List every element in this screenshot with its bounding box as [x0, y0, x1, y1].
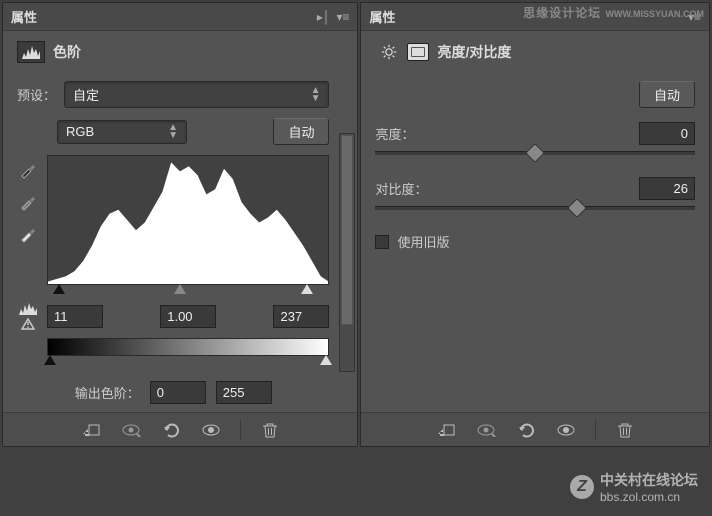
watermark-top: 思缘设计论坛 WWW.MISSYUAN.COM [523, 4, 704, 21]
clip-warning-icon [17, 302, 39, 330]
scrollbar-thumb[interactable] [341, 135, 353, 325]
output-slider-track[interactable] [47, 355, 329, 367]
brightness-thumb[interactable] [525, 143, 545, 163]
legacy-label: 使用旧版 [397, 232, 449, 251]
trash-icon[interactable] [614, 420, 636, 440]
brightness-icon [375, 41, 403, 63]
clip-to-layer-icon[interactable] [80, 420, 102, 440]
brightness-field[interactable] [639, 122, 695, 145]
view-previous-icon[interactable] [475, 420, 497, 440]
adjustment-type-row: 色阶 [3, 31, 357, 73]
preset-select[interactable]: 自定 ▲▼ [64, 81, 329, 108]
zol-logo-icon: Z [570, 475, 594, 499]
clip-to-layer-icon[interactable] [435, 420, 457, 440]
reset-icon[interactable] [515, 420, 537, 440]
gray-point-eyedropper-icon[interactable] [17, 191, 39, 213]
panel-menu-icon[interactable]: ▾≡ [336, 10, 349, 24]
panel-title: 属性 [11, 7, 37, 26]
visibility-icon[interactable] [555, 420, 577, 440]
white-point-eyedropper-icon[interactable] [17, 223, 39, 245]
scrollbar[interactable] [339, 133, 355, 372]
contrast-slider[interactable] [375, 206, 695, 210]
panel-footer [3, 412, 357, 446]
output-label: 输出色阶： [75, 383, 140, 402]
output-white-field[interactable] [216, 381, 272, 404]
preset-value: 自定 [73, 85, 99, 104]
contrast-thumb[interactable] [567, 198, 587, 218]
mask-icon[interactable] [407, 43, 429, 61]
histogram-chart [47, 155, 329, 285]
input-gamma-field[interactable] [160, 305, 216, 328]
panel-header: 属性 ▸│ ▾≡ [3, 3, 357, 31]
contrast-field[interactable] [639, 177, 695, 200]
select-arrows-icon: ▲▼ [311, 87, 321, 103]
input-slider-track[interactable] [47, 284, 329, 296]
black-point-eyedropper-icon[interactable] [17, 159, 39, 181]
black-slider-thumb[interactable] [53, 284, 65, 294]
output-gradient [47, 338, 329, 356]
auto-button[interactable]: 自动 [273, 118, 329, 145]
preset-label: 预设： [17, 85, 56, 104]
channel-select[interactable]: RGB ▲▼ [57, 120, 187, 144]
contrast-label: 对比度： [375, 179, 427, 198]
reset-icon[interactable] [160, 420, 182, 440]
legacy-checkbox[interactable] [375, 235, 389, 249]
watermark-bottom: Z 中关村在线论坛 bbs.zol.com.cn [570, 470, 698, 504]
gamma-slider-thumb[interactable] [174, 284, 186, 294]
output-black-thumb[interactable] [44, 355, 56, 365]
brightness-slider[interactable] [375, 151, 695, 155]
brightness-contrast-panel: 属性 ▾≡ 亮度/对比度 自动 亮度： [360, 2, 710, 447]
output-white-thumb[interactable] [320, 355, 332, 365]
input-black-field[interactable] [47, 305, 103, 328]
white-slider-thumb[interactable] [301, 284, 313, 294]
panel-collapse-icon[interactable]: ▸│ [317, 10, 331, 24]
levels-icon [17, 41, 45, 63]
trash-icon[interactable] [259, 420, 281, 440]
adjustment-type-row: 亮度/对比度 [361, 31, 709, 73]
panel-footer [361, 412, 709, 446]
output-black-field[interactable] [150, 381, 206, 404]
auto-button[interactable]: 自动 [639, 81, 695, 108]
view-previous-icon[interactable] [120, 420, 142, 440]
visibility-icon[interactable] [200, 420, 222, 440]
levels-panel: 属性 ▸│ ▾≡ 色阶 预设： 自定 ▲▼ RGB [2, 2, 358, 447]
adjustment-label: 色阶 [53, 42, 81, 62]
select-arrows-icon: ▲▼ [168, 124, 178, 140]
panel-title: 属性 [369, 7, 395, 26]
channel-value: RGB [66, 124, 94, 139]
adjustment-label: 亮度/对比度 [437, 42, 511, 62]
input-white-field[interactable] [273, 305, 329, 328]
brightness-label: 亮度： [375, 124, 414, 143]
